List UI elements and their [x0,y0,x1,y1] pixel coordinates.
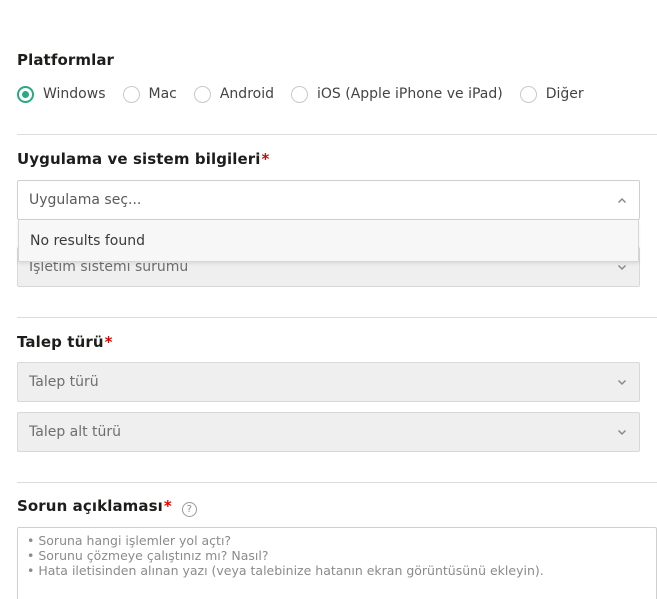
divider [17,134,657,135]
radio-label: Diğer [545,86,584,102]
radio-label: Mac [148,86,177,102]
radio-circle-icon [519,85,537,103]
app-select-dropdown: No results found [18,220,639,262]
problem-description-textarea[interactable]: • Soruna hangi işlemler yol açtı? • Soru… [17,527,657,599]
chevron-down-icon [610,429,634,436]
placeholder-line: • Soruna hangi işlemler yol açtı? [27,533,232,548]
request-type-value: Talep türü [29,374,99,390]
app-select-value: Uygulama seç... [29,192,142,208]
request-subtype-select[interactable]: Talep alt türü [17,412,640,452]
radio-label: Android [219,86,274,102]
chevron-down-icon [610,379,634,386]
radio-circle-icon [17,85,34,103]
radio-label: Windows [43,86,106,102]
required-mark: * [104,333,113,351]
problem-title: Sorun açıklaması*? [17,497,197,517]
divider [17,317,657,318]
chevron-down-icon [610,264,634,271]
dropdown-empty-message: No results found [30,232,145,249]
support-form: Platformlar Windows Mac Android iOS (App… [0,0,657,599]
app-info-title: Uygulama ve sistem bilgileri* [17,150,270,168]
radio-ios[interactable]: iOS (Apple iPhone ve iPad) [291,85,503,103]
radio-dot-icon [22,90,29,98]
radio-circle-icon [122,85,140,103]
placeholder-line: • Sorunu çözmeye çalıştınız mı? Nasıl? [27,548,269,563]
platforms-title: Platformlar [17,51,115,69]
radio-circle-icon [291,85,308,103]
placeholder-line: • Hata iletisinden alınan yazı (veya tal… [27,563,544,578]
radio-other[interactable]: Diğer [519,85,584,103]
radio-circle-icon [193,85,211,103]
radio-windows[interactable]: Windows [17,85,106,103]
radio-mac[interactable]: Mac [122,85,177,103]
request-subtype-value: Talep alt türü [29,424,122,440]
platform-radio-group: Windows Mac Android iOS (Apple iPhone ve… [17,84,601,104]
request-type-select[interactable]: Talep türü [17,362,640,402]
help-icon[interactable]: ? [181,502,197,517]
app-select[interactable]: Uygulama seç... [17,180,640,220]
divider [17,482,657,483]
required-mark: * [163,497,172,515]
request-type-title: Talep türü* [17,333,113,351]
radio-label: iOS (Apple iPhone ve iPad) [317,86,503,102]
required-mark: * [261,150,270,168]
chevron-up-icon [610,197,634,204]
radio-android[interactable]: Android [193,85,274,103]
